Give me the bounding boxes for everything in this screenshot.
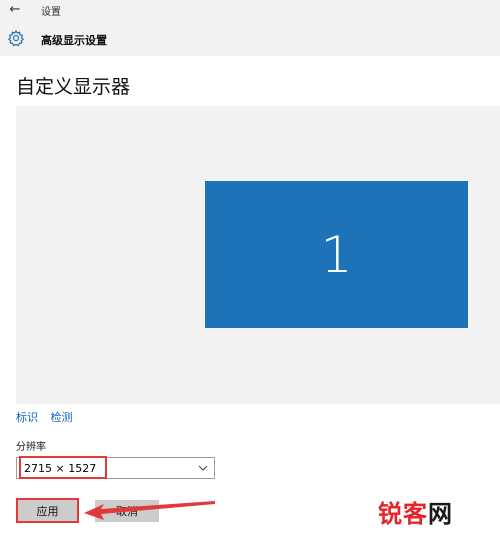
watermark-part2: 网 (428, 500, 453, 528)
cancel-button[interactable]: 取消 (95, 500, 159, 522)
chevron-down-icon (198, 465, 208, 471)
window-title: 设置 (41, 7, 61, 18)
identify-link[interactable]: 标识 (16, 411, 38, 424)
page-header: 高级显示设置 (0, 20, 500, 56)
monitor-1[interactable]: 1 (205, 181, 468, 328)
monitor-number: 1 (320, 225, 353, 284)
display-preview: 1 (16, 106, 500, 404)
resolution-dropdown[interactable]: 2715 × 1527 (16, 457, 215, 479)
gear-icon (7, 29, 25, 47)
back-button[interactable]: ← (6, 2, 24, 18)
watermark-part1: 锐客 (378, 500, 428, 528)
section-title: 自定义显示器 (16, 76, 131, 98)
title-bar: ← 设置 (0, 0, 500, 20)
watermark-logo: 锐客网 (378, 494, 453, 529)
apply-button[interactable]: 应用 (16, 498, 79, 523)
resolution-label: 分辨率 (16, 442, 46, 453)
detect-link[interactable]: 检测 (51, 411, 73, 424)
display-links: 标识 检测 (16, 409, 82, 425)
page-title: 高级显示设置 (41, 34, 107, 47)
resolution-value: 2715 × 1527 (24, 462, 97, 475)
